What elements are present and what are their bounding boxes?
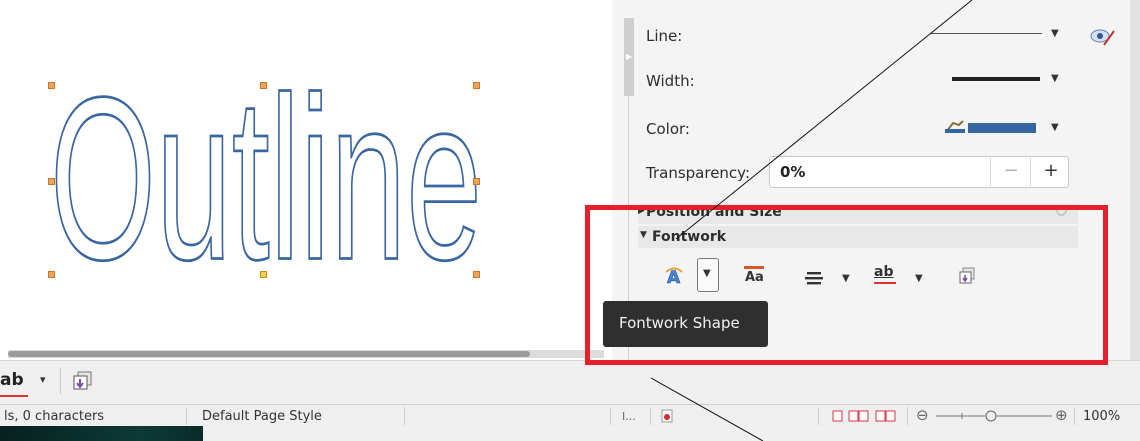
- annotation-lines: [650, 0, 973, 441]
